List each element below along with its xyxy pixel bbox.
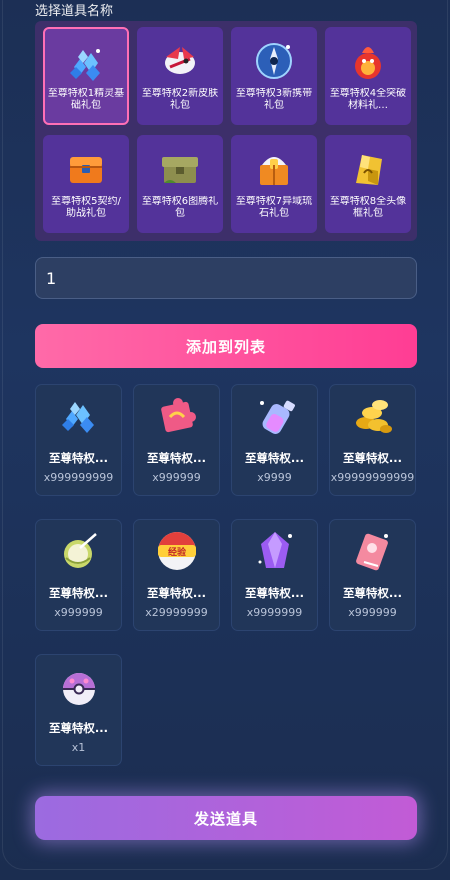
list-item-name: 至尊特权... [146, 586, 207, 600]
list-item[interactable]: 至尊特权... x999999 [35, 519, 122, 631]
list-item-count: x29999999 [145, 606, 208, 619]
picker-item-2[interactable]: 至尊特权2新皮肤礼包 [137, 27, 223, 125]
purple-crystal-icon [258, 532, 292, 568]
list-item[interactable]: 至尊特权... x99999999999 [329, 384, 416, 496]
picker-item-3[interactable]: 至尊特权3新携带礼包 [231, 27, 317, 125]
blue-crystals-icon [70, 49, 100, 81]
winged-creature-icon [165, 47, 195, 74]
list-item-name: 至尊特权... [342, 451, 403, 465]
list-item-count: x999999 [348, 606, 397, 619]
list-item[interactable]: 至尊特权... x1 [35, 654, 122, 766]
picker-item-label: 至尊特权3新携带礼包 [235, 88, 313, 111]
coconut-drink-icon [63, 533, 97, 568]
exp-ball-text: 经验 [167, 546, 186, 558]
picker-item-5[interactable]: 至尊特权5契约/助战礼包 [43, 135, 129, 233]
orange-box-icon [260, 157, 288, 185]
picker-item-7[interactable]: 至尊特权7异域琉石礼包 [231, 135, 317, 233]
add-to-list-button[interactable]: 添加到列表 [35, 324, 417, 368]
golden-gem-icon [356, 155, 382, 185]
gold-coins-icon [355, 400, 392, 433]
mossy-chest-icon [162, 157, 198, 183]
list-item-count: x999999 [54, 606, 103, 619]
list-item-count: x9999999 [246, 606, 303, 619]
list-item-count: x9999 [257, 471, 292, 484]
list-item-name: 至尊特权... [342, 586, 403, 600]
quantity-input[interactable] [35, 257, 417, 299]
list-item-count: x999999 [152, 471, 201, 484]
purple-capsule-ball-icon [62, 673, 95, 705]
potion-bottle-icon [259, 400, 295, 434]
list-item-count: x1 [71, 741, 86, 754]
blue-crystals-icon [61, 402, 94, 433]
send-items-button[interactable]: 发送道具 [35, 796, 417, 840]
orange-chest-icon [70, 157, 102, 183]
picker-item-label: 至尊特权7异域琉石礼包 [235, 196, 313, 219]
picker-item-6[interactable]: 至尊特权6图腾礼包 [137, 135, 223, 233]
picker-title: 选择道具名称 [35, 4, 114, 19]
picker-item-label: 至尊特权1精灵基础礼包 [47, 88, 125, 111]
list-item-name: 至尊特权... [48, 586, 109, 600]
picker-item-label: 至尊特权8全头像框礼包 [329, 196, 407, 219]
picker-item-label: 至尊特权4全突破材料礼… [329, 88, 407, 111]
list-item-name: 至尊特权... [48, 721, 109, 735]
list-item-name: 至尊特权... [244, 586, 305, 600]
picker-item-1[interactable]: 至尊特权1精灵基础礼包 [43, 27, 129, 125]
picker-item-8[interactable]: 至尊特权8全头像框礼包 [325, 135, 411, 233]
list-item[interactable]: 至尊特权... x999999 [133, 384, 220, 496]
list-item-count: x99999999999 [330, 471, 415, 484]
picker-item-label: 至尊特权2新皮肤礼包 [141, 88, 219, 111]
list-item[interactable]: 至尊特权... x9999 [231, 384, 318, 496]
list-item[interactable]: 至尊特权... x999999999 [35, 384, 122, 496]
fire-dragon-icon [355, 47, 381, 79]
list-item-name: 至尊特权... [244, 451, 305, 465]
list-item[interactable]: 至尊特权... x999999 [329, 519, 416, 631]
exp-ball-icon: 经验 [157, 532, 196, 570]
list-item-count: x999999999 [43, 471, 114, 484]
pink-ticket-icon [355, 533, 388, 571]
star-badge-icon [256, 43, 292, 79]
list-item-name: 至尊特权... [48, 451, 109, 465]
item-picker: 至尊特权1精灵基础礼包 至尊特权2新皮肤礼包 至尊特权3新携带礼包 至尊特权4全… [35, 21, 417, 241]
list-item[interactable]: 至尊特权... x9999999 [231, 519, 318, 631]
list-item-name: 至尊特权... [146, 451, 207, 465]
picker-item-4[interactable]: 至尊特权4全突破材料礼… [325, 27, 411, 125]
list-item[interactable]: 经验 至尊特权... x29999999 [133, 519, 220, 631]
picker-item-label: 至尊特权5契约/助战礼包 [51, 196, 121, 219]
puzzle-piece-icon [160, 398, 196, 433]
picker-item-label: 至尊特权6图腾礼包 [141, 196, 219, 219]
